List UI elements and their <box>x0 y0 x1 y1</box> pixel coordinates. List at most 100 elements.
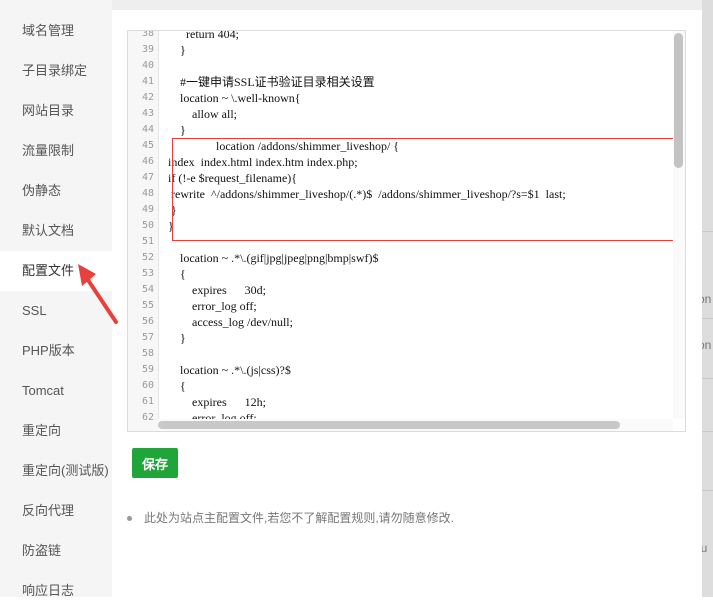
horizontal-scroll-thumb[interactable] <box>158 421 620 429</box>
code-line[interactable]: 50} <box>128 218 673 234</box>
help-note: 此处为站点主配置文件,若您不了解配置规则,请勿随意修改. <box>127 509 454 526</box>
code-text[interactable]: } <box>174 122 186 138</box>
sidebar-item-redirect[interactable]: 重定向 <box>0 411 112 451</box>
sidebar-item-default-doc[interactable]: 默认文档 <box>0 211 112 251</box>
code-text[interactable]: } <box>168 218 174 234</box>
line-number: 38 <box>141 30 154 39</box>
code-text[interactable]: location /addons/shimmer_liveshop/ { <box>174 138 399 154</box>
code-line[interactable]: 54 expires 30d; <box>128 282 673 298</box>
background-fragment: lu <box>702 541 708 555</box>
code-line[interactable]: 42 location ~ \.well-known{ <box>128 90 673 106</box>
code-text[interactable]: } <box>168 202 177 218</box>
code-text[interactable]: return 404; <box>174 31 239 42</box>
panel-top-strip <box>112 0 702 10</box>
code-line[interactable]: 48 rewrite ^/addons/shimmer_liveshop/(.*… <box>128 186 673 202</box>
code-text[interactable]: expires 30d; <box>174 282 266 298</box>
code-text[interactable]: { <box>174 378 186 394</box>
code-line[interactable]: 45 location /addons/shimmer_liveshop/ { <box>128 138 673 154</box>
config-editor[interactable]: 38 return 404; 39 } 40 41 #一键申请SSL证书验证目录相关设… <box>127 30 686 432</box>
code-line[interactable]: 40 <box>128 58 673 74</box>
background-fragment: on <box>702 292 712 306</box>
vertical-scroll-thumb[interactable] <box>674 33 683 168</box>
line-number: 61 <box>141 396 154 407</box>
code-text[interactable]: } <box>174 330 186 346</box>
line-number: 51 <box>141 236 154 247</box>
code-line[interactable]: 46 index index.html index.htm index.php; <box>128 154 673 170</box>
sidebar-item-config-file[interactable]: 配置文件 <box>0 251 112 291</box>
vertical-scrollbar[interactable] <box>673 31 685 419</box>
sidebar-item-ssl[interactable]: SSL <box>0 291 112 331</box>
background-fragment: on <box>702 338 712 352</box>
code-text[interactable]: rewrite ^/addons/shimmer_liveshop/(.*)$ … <box>168 186 566 202</box>
code-line[interactable]: 47 if (!-e $request_filename){ <box>128 170 673 186</box>
line-number: 53 <box>141 268 154 279</box>
code-line[interactable]: 41 #一键申请SSL证书验证目录相关设置 <box>128 74 673 90</box>
code-line[interactable]: 59 location ~ .*\.(js|css)?$ <box>128 362 673 378</box>
code-text[interactable]: expires 12h; <box>174 394 266 410</box>
code-text[interactable]: error_log off; <box>174 298 257 314</box>
code-text[interactable]: if (!-e $request_filename){ <box>168 170 297 186</box>
line-number: 48 <box>141 188 154 199</box>
code-text[interactable]: location ~ \.well-known{ <box>174 90 301 106</box>
code-text[interactable]: location ~ .*\.(js|css)?$ <box>174 362 291 378</box>
line-number: 60 <box>141 380 154 391</box>
code-line[interactable]: 39 } <box>128 42 673 58</box>
code-text[interactable]: index index.html index.htm index.php; <box>168 154 358 170</box>
line-number: 57 <box>141 332 154 343</box>
line-number: 42 <box>141 92 154 103</box>
sidebar-item-traffic-limit[interactable]: 流量限制 <box>0 131 112 171</box>
line-number: 50 <box>141 220 154 231</box>
sidebar-item-php-version[interactable]: PHP版本 <box>0 331 112 371</box>
line-number: 41 <box>141 76 154 87</box>
code-line[interactable]: 49 } <box>128 202 673 218</box>
line-number: 40 <box>141 60 154 71</box>
bullet-icon <box>127 516 132 522</box>
code-line[interactable]: 38 return 404; <box>128 30 673 42</box>
code-line[interactable]: 56 access_log /dev/null; <box>128 314 673 330</box>
save-button[interactable]: 保存 <box>132 448 178 478</box>
sidebar-item-site-dir[interactable]: 网站目录 <box>0 91 112 131</box>
code-line[interactable]: 57 } <box>128 330 673 346</box>
line-number: 55 <box>141 300 154 311</box>
code-line[interactable]: 52 location ~ .*\.(gif|jpg|jpeg|png|bmp|… <box>128 250 673 266</box>
sidebar-item-subdir[interactable]: 子目录绑定 <box>0 51 112 91</box>
line-number: 59 <box>141 364 154 375</box>
code-line[interactable]: 44 } <box>128 122 673 138</box>
line-number: 46 <box>141 156 154 167</box>
code-line[interactable]: 58 <box>128 346 673 362</box>
sidebar: 域名管理 子目录绑定 网站目录 流量限制 伪静态 默认文档 配置文件 SSL P… <box>0 0 112 598</box>
sidebar-item-rewrite[interactable]: 伪静态 <box>0 171 112 211</box>
background-window-edge: on on lu <box>702 0 713 597</box>
line-number: 58 <box>141 348 154 359</box>
sidebar-item-domain[interactable]: 域名管理 <box>0 11 112 51</box>
code-text[interactable]: { <box>174 266 186 282</box>
sidebar-item-hotlink[interactable]: 防盗链 <box>0 531 112 571</box>
code-line[interactable]: 43 allow all; <box>128 106 673 122</box>
line-number: 43 <box>141 108 154 119</box>
line-number: 56 <box>141 316 154 327</box>
sidebar-item-reverse-proxy[interactable]: 反向代理 <box>0 491 112 531</box>
code-text[interactable]: location ~ .*\.(gif|jpg|jpeg|png|bmp|swf… <box>174 250 378 266</box>
code-text[interactable]: } <box>174 42 186 58</box>
code-line[interactable]: 61 expires 12h; <box>128 394 673 410</box>
code-line[interactable]: 51 <box>128 234 673 250</box>
line-number: 62 <box>141 412 154 423</box>
line-number: 54 <box>141 284 154 295</box>
line-number: 44 <box>141 124 154 135</box>
line-number: 39 <box>141 44 154 55</box>
code-line[interactable]: 60 { <box>128 378 673 394</box>
sidebar-item-response-log[interactable]: 响应日志 <box>0 571 112 611</box>
code-text[interactable]: #一键申请SSL证书验证目录相关设置 <box>174 74 375 90</box>
line-number: 45 <box>141 140 154 151</box>
code-line[interactable]: 53 { <box>128 266 673 282</box>
help-note-text: 此处为站点主配置文件,若您不了解配置规则,请勿随意修改. <box>144 511 455 525</box>
code-line[interactable]: 55 error_log off; <box>128 298 673 314</box>
line-number: 47 <box>141 172 154 183</box>
code-text[interactable]: allow all; <box>174 106 237 122</box>
horizontal-scrollbar[interactable] <box>158 419 673 431</box>
sidebar-item-redirect-beta[interactable]: 重定向(测试版) <box>0 451 112 491</box>
line-number: 49 <box>141 204 154 215</box>
code-text[interactable]: access_log /dev/null; <box>174 314 293 330</box>
line-number: 52 <box>141 252 154 263</box>
sidebar-item-tomcat[interactable]: Tomcat <box>0 371 112 411</box>
